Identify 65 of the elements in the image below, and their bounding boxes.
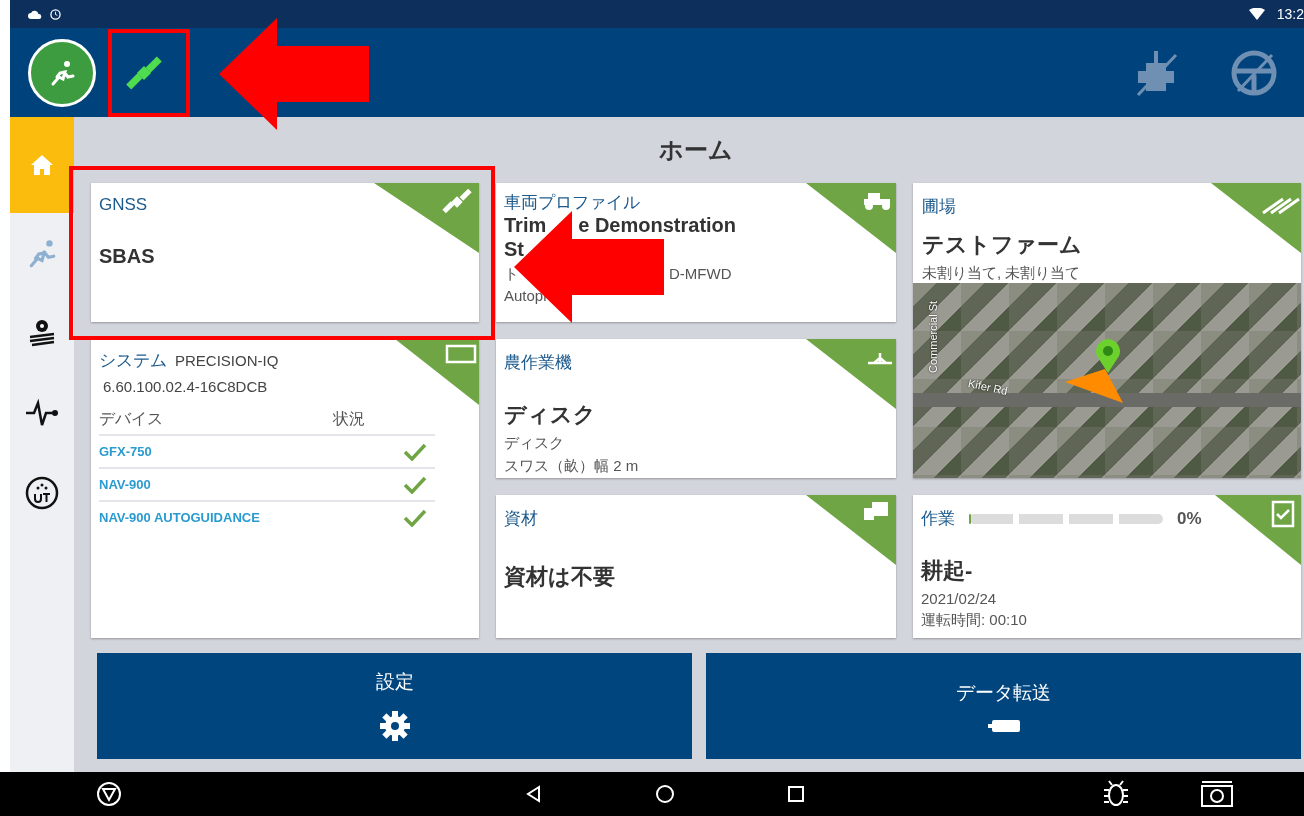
card-title: システム: [99, 350, 167, 372]
cloud-icon: [28, 9, 42, 19]
field-card[interactable]: 圃場 テストファーム 未割り当て, 未割り当て Commercial St Kifer Rd: [913, 183, 1301, 478]
implement-card[interactable]: 農作業機 ディスク ディスク スワス（畝）幅 2 m: [496, 339, 896, 478]
home-icon[interactable]: [655, 784, 675, 804]
column-header: 状況: [333, 409, 365, 429]
home-icon: [30, 154, 54, 176]
wifi-icon: [1248, 8, 1265, 20]
settings-icon: [377, 709, 412, 743]
map-pin-icon: [1095, 339, 1121, 373]
clock-icon: [50, 8, 61, 20]
bug-icon[interactable]: [1103, 780, 1129, 808]
status-time: 13:2: [1276, 6, 1304, 22]
material-corner-icon: [806, 495, 896, 565]
device-name: GFX-750: [99, 444, 152, 459]
swath-width: スワス（畝）幅 2 m: [504, 457, 640, 476]
map-label: Kifer Rd: [967, 377, 1009, 397]
task-date: 2021/02/24: [921, 590, 998, 607]
task-name: 耕起-: [921, 557, 974, 585]
recents-icon[interactable]: [787, 785, 805, 803]
display-corner-icon: [395, 339, 479, 405]
ut-icon: [25, 476, 59, 510]
vehicle-type-text: D-MFWD: [669, 265, 732, 284]
card-title: 農作業機: [504, 352, 573, 374]
usb-drive-icon: [987, 720, 1020, 732]
camera-icon[interactable]: [1200, 780, 1234, 808]
satellite-corner-icon: [374, 183, 479, 253]
vehicle-name-text: e Demonstration: [578, 213, 737, 238]
system-card[interactable]: システム PRECISION-IQ 6.60.100.02.4-16C8DCB デバイス 状況 GFX-750 NAV-900 NAV-900 AUTOGUIDANCE: [91, 339, 479, 638]
material-status: 資材は不要: [504, 563, 616, 591]
triangle-circle-icon[interactable]: [96, 781, 122, 807]
progress-percent: 0%: [1177, 508, 1202, 529]
pulse-icon: [25, 399, 59, 427]
settings-button[interactable]: 設定: [97, 653, 692, 759]
field-name: テストファーム: [921, 231, 1083, 259]
gnss-card[interactable]: GNSS SBAS: [91, 183, 479, 322]
device-name: NAV-900: [99, 477, 151, 492]
card-title: GNSS: [99, 195, 149, 215]
vehicle-name-text: St: [504, 237, 524, 262]
gnss-mode: SBAS: [99, 245, 156, 268]
page-title: ホーム: [658, 135, 734, 165]
version-text: 6.60.100.02.4-16C8DCB: [103, 378, 269, 395]
card-title: 圃場: [921, 196, 957, 218]
data-transfer-button[interactable]: データ転送: [706, 653, 1301, 759]
card-title: 車両プロファイル: [504, 193, 641, 214]
tractor-corner-icon: [806, 183, 896, 253]
map-label: Commercial St: [927, 300, 939, 373]
card-title: 作業: [921, 508, 955, 530]
implement-corner-icon: [806, 339, 896, 409]
back-icon[interactable]: [525, 785, 543, 803]
device-name: NAV-900 AUTOGUIDANCE: [99, 510, 260, 525]
clipboard-check-corner-icon: [1215, 495, 1301, 565]
vehicle-name-text: Trim: [504, 213, 547, 238]
run-time: 運転時間: 00:10: [921, 611, 1028, 630]
card-title: 資材: [504, 508, 539, 530]
vehicle-type-text: ト: [504, 265, 519, 284]
task-card[interactable]: 作業 0% 耕起- 2021/02/24 運転時間: 00:10: [913, 495, 1301, 638]
field-subtitle: 未割り当て, 未割り当て: [921, 264, 1082, 283]
stripes-corner-icon: [1211, 183, 1301, 253]
column-header: デバイス: [99, 409, 163, 429]
implement-name: ディスク: [504, 401, 597, 429]
product-name: PRECISION-IQ: [175, 352, 279, 369]
material-card[interactable]: 資材 資材は不要: [496, 495, 896, 638]
implement-type: ディスク: [504, 434, 565, 453]
vehicle-position-icon: [1065, 369, 1123, 403]
